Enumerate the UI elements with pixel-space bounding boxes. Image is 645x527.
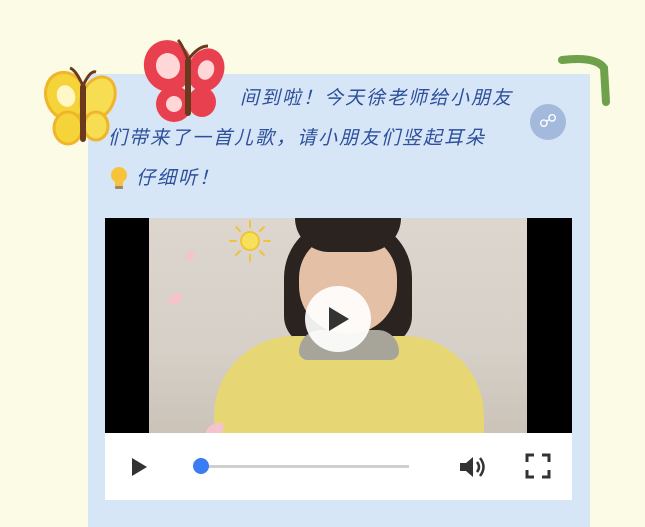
volume-button[interactable] bbox=[457, 453, 487, 481]
intro-line-3: 仔细听！ bbox=[108, 158, 578, 198]
play-button[interactable] bbox=[127, 455, 151, 479]
video-player bbox=[105, 218, 572, 500]
petal-decoration bbox=[165, 290, 185, 308]
play-overlay-button[interactable] bbox=[305, 286, 371, 352]
play-icon bbox=[329, 307, 349, 331]
seek-handle[interactable] bbox=[193, 458, 210, 474]
lightbulb-icon bbox=[111, 167, 127, 189]
page: ☍ 间到啦！今天徐老师给小朋友 们带来了一首儿歌，请小朋友们竖起耳朵 仔细听！ bbox=[0, 0, 645, 527]
video-controls bbox=[105, 433, 572, 500]
fullscreen-button[interactable] bbox=[525, 453, 551, 479]
intro-line-3-text: 仔细听！ bbox=[136, 167, 221, 189]
sun-icon bbox=[229, 220, 271, 262]
butterfly-red-icon bbox=[143, 38, 225, 122]
butterfly-yellow-icon bbox=[43, 66, 117, 146]
video-frame[interactable] bbox=[105, 218, 572, 433]
seek-bar[interactable] bbox=[197, 465, 409, 468]
petal-decoration bbox=[183, 250, 197, 262]
